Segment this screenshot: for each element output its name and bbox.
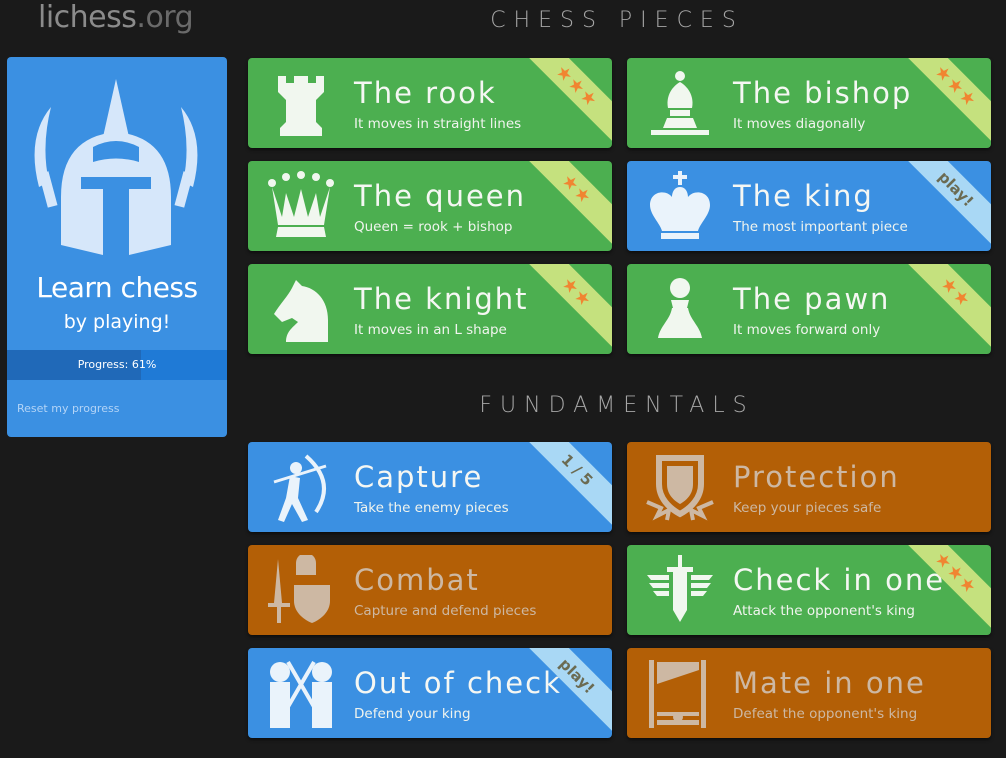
lichess-logo[interactable]: lichess.org <box>38 0 194 35</box>
helmet-icon <box>34 79 198 255</box>
lesson-title: The bishop <box>733 76 913 110</box>
king-icon <box>650 171 710 239</box>
guillotine-icon <box>649 660 706 728</box>
logo-tld: .org <box>136 0 194 35</box>
lesson-card-the-rook[interactable]: The rook It moves in straight lines ★★★ <box>248 58 612 148</box>
status-ribbon: play! <box>893 161 991 251</box>
progress-label: Progress: 61% <box>77 358 157 371</box>
sidebar-title: Learn chess <box>36 271 198 304</box>
status-ribbon: 1 / 5 <box>514 442 612 532</box>
lesson-desc: Capture and defend pieces <box>354 603 537 619</box>
lesson-desc: Attack the opponent's king <box>733 603 915 619</box>
lesson-card-protection[interactable]: Protection Keep your pieces safe <box>627 442 991 532</box>
lesson-card-check-in-one[interactable]: Check in one Attack the opponent's king ★★… <box>627 545 991 635</box>
stars-ribbon: ★★ <box>893 264 991 354</box>
lesson-title: The rook <box>354 76 497 110</box>
knight-icon <box>274 280 328 342</box>
lesson-title: The knight <box>354 282 529 316</box>
lesson-card-the-knight[interactable]: The knight It moves in an L shape ★★ <box>248 264 612 354</box>
lesson-desc: It moves in straight lines <box>354 116 522 132</box>
winged-sword-icon <box>647 555 713 622</box>
lesson-desc: It moves diagonally <box>733 116 866 132</box>
section-title-chess-pieces: CHESS PIECES <box>490 8 744 33</box>
stars-ribbon: ★★ <box>514 161 612 251</box>
sidebar-subtitle: by playing! <box>63 311 171 333</box>
ribbon-label: play! <box>555 654 599 698</box>
guards-icon <box>270 660 332 728</box>
lesson-title: Out of check <box>354 666 562 700</box>
sword-shield-icon <box>268 555 330 623</box>
star-icons: ★★ <box>557 272 597 312</box>
lesson-desc: Queen = rook + bishop <box>354 219 513 235</box>
lesson-card-the-pawn[interactable]: The pawn It moves forward only ★★ <box>627 264 991 354</box>
lesson-title: Combat <box>354 563 480 597</box>
lesson-card-combat[interactable]: Combat Capture and defend pieces <box>248 545 612 635</box>
logo-main: lichess <box>38 0 137 35</box>
progress-bar: Progress: 61% <box>7 350 227 380</box>
pawn-icon <box>658 278 702 338</box>
ribbon-label: 1 / 5 <box>557 450 597 490</box>
learn-sidebar: Learn chess by playing! Progress: 61% Re… <box>7 57 227 437</box>
lesson-title: The queen <box>354 179 527 213</box>
star-icons: ★★ <box>557 169 597 209</box>
lesson-desc: It moves in an L shape <box>354 322 507 338</box>
queen-icon <box>268 171 334 237</box>
bishop-icon <box>651 71 709 135</box>
lesson-desc: It moves forward only <box>733 322 881 338</box>
lesson-desc: Defeat the opponent's king <box>733 706 918 722</box>
lesson-card-the-king[interactable]: The king The most important piece play! <box>627 161 991 251</box>
lesson-card-the-queen[interactable]: The queen Queen = rook + bishop ★★ <box>248 161 612 251</box>
stars-ribbon: ★★★ <box>514 58 612 148</box>
lesson-desc: Defend your king <box>354 706 471 722</box>
rook-icon <box>278 76 324 136</box>
lesson-title: Mate in one <box>733 666 926 700</box>
lesson-title: The king <box>733 179 874 213</box>
archer-icon <box>273 454 327 522</box>
lesson-desc: Take the enemy pieces <box>354 500 509 516</box>
lesson-title: Protection <box>733 460 900 494</box>
lesson-desc: The most important piece <box>733 219 908 235</box>
ribbon-label: play! <box>934 167 978 211</box>
lesson-card-mate-in-one[interactable]: Mate in one Defeat the opponent's king <box>627 648 991 738</box>
star-icons: ★★ <box>936 272 976 312</box>
shield-icon <box>646 455 714 521</box>
lesson-title: Capture <box>354 460 484 494</box>
star-icons: ★★★ <box>930 60 982 112</box>
lesson-card-the-bishop[interactable]: The bishop It moves diagonally ★★★ <box>627 58 991 148</box>
reset-progress-link[interactable]: Reset my progress <box>17 402 119 415</box>
lesson-card-capture[interactable]: Capture Take the enemy pieces 1 / 5 <box>248 442 612 532</box>
lesson-desc: Keep your pieces safe <box>733 500 882 516</box>
lesson-title: The pawn <box>733 282 891 316</box>
section-title-fundamentals: FUNDAMENTALS <box>479 393 755 418</box>
lesson-card-out-of-check[interactable]: Out of check Defend your king play! <box>248 648 612 738</box>
star-icons: ★★★ <box>551 60 603 112</box>
lesson-title: Check in one <box>733 563 946 597</box>
